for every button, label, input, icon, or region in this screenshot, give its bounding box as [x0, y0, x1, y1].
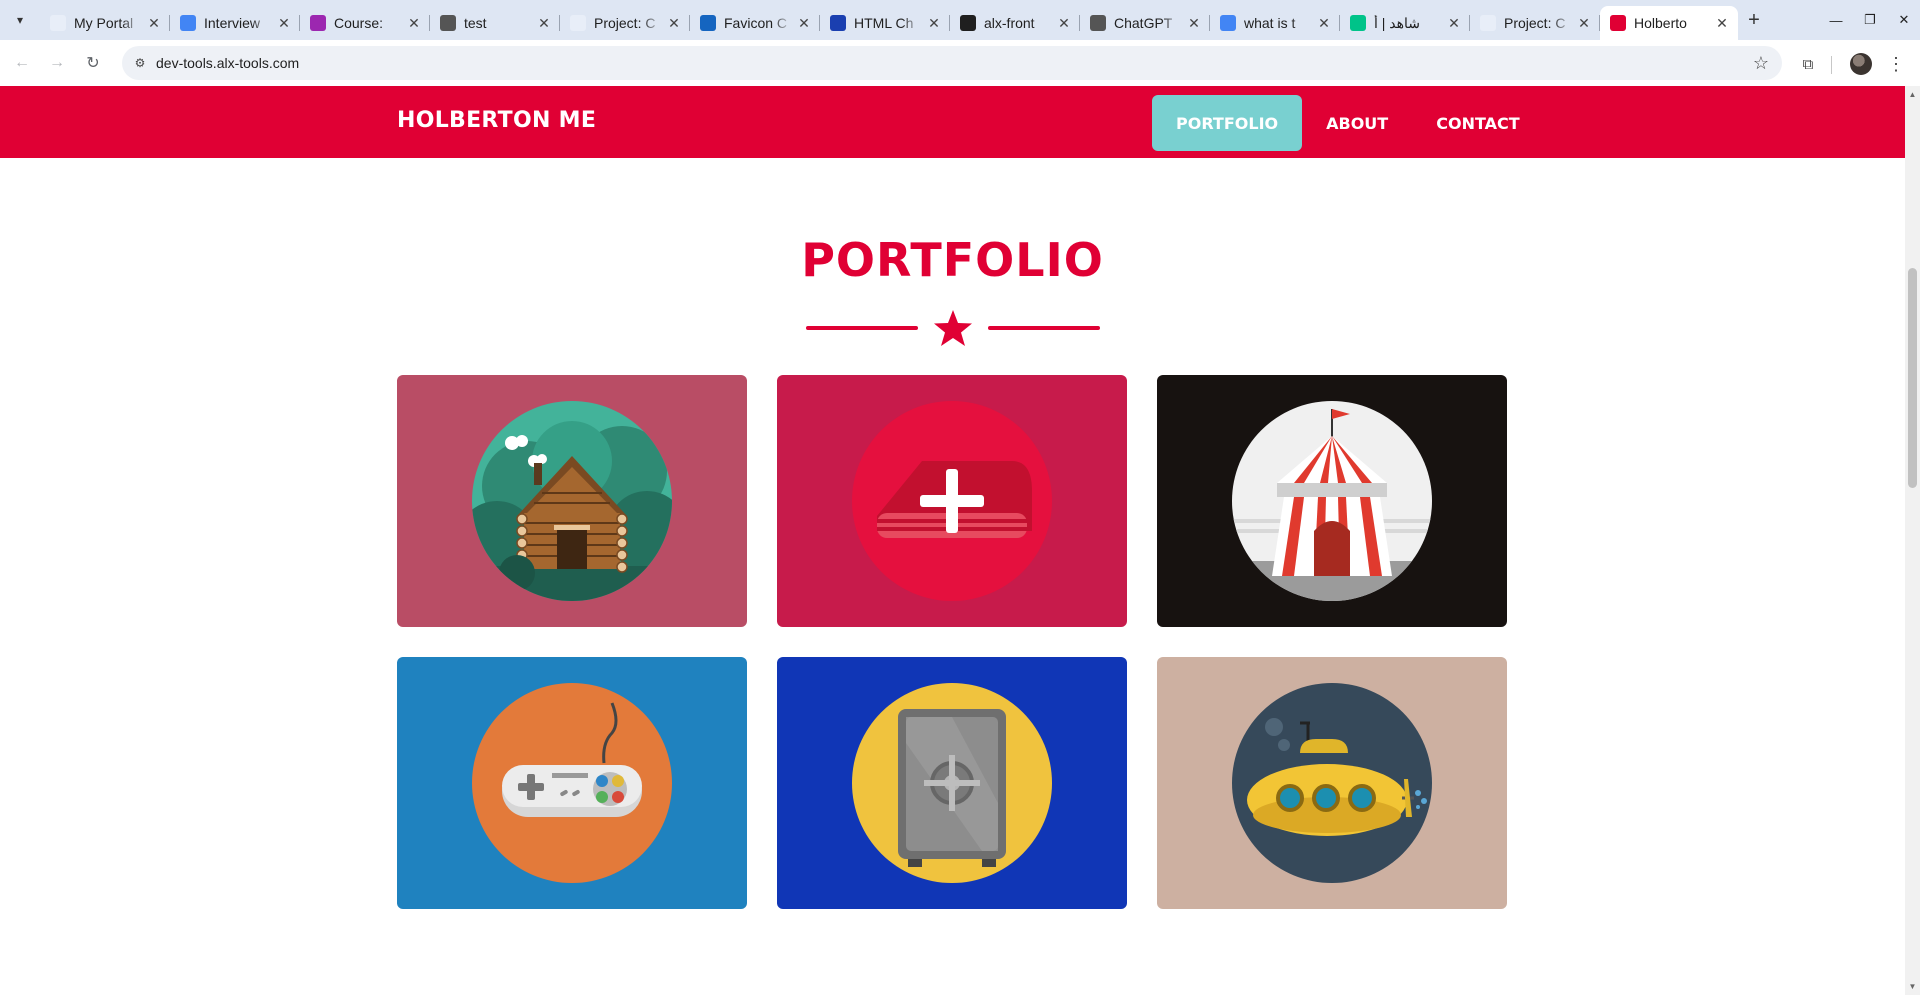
- browser-tab-title: test: [464, 15, 487, 31]
- cabin-icon: [472, 401, 672, 601]
- tab-close-icon[interactable]: ✕: [1446, 15, 1462, 31]
- close-window-icon[interactable]: ✕: [1890, 6, 1918, 34]
- divider-line-left: [806, 326, 918, 330]
- browser-tab-title: HTML Ch: [854, 15, 914, 31]
- back-button[interactable]: ←: [10, 51, 34, 75]
- tab-close-icon[interactable]: ✕: [1186, 15, 1202, 31]
- globe-icon: [440, 15, 456, 31]
- site-header: HOLBERTON ME PORTFOLIO ABOUT CONTACT: [0, 86, 1905, 158]
- html-icon: [830, 15, 846, 31]
- browser-tab[interactable]: test ✕: [430, 6, 560, 40]
- tab-close-icon[interactable]: ✕: [1056, 15, 1072, 31]
- star-icon: [934, 310, 972, 346]
- tab-close-icon[interactable]: ✕: [926, 15, 942, 31]
- tab-close-icon[interactable]: ✕: [406, 15, 422, 31]
- browser-tab[interactable]: Favicon C ✕: [690, 6, 820, 40]
- portfolio-card-submarine[interactable]: [1157, 657, 1507, 909]
- portfolio-card-vault[interactable]: [777, 657, 1127, 909]
- new-tab-button[interactable]: +: [1742, 8, 1766, 32]
- game-controller-icon: [472, 683, 672, 883]
- portfolio-card-safe-box[interactable]: [777, 375, 1127, 627]
- holberton-icon: [1610, 15, 1626, 31]
- browser-tab-title: Project: C: [1504, 15, 1566, 31]
- nav-contact[interactable]: CONTACT: [1412, 95, 1543, 151]
- browser-tab-title: Interview: [204, 15, 261, 31]
- tab-close-icon[interactable]: ✕: [796, 15, 812, 31]
- browser-tab-title: ChatGPT: [1114, 15, 1173, 31]
- tab-close-icon[interactable]: ✕: [1576, 15, 1592, 31]
- alx-icon: [50, 15, 66, 31]
- tab-close-icon[interactable]: ✕: [1714, 15, 1730, 31]
- browser-tab-title: Project: C: [594, 15, 656, 31]
- browser-tab-title: Favicon C: [724, 15, 788, 31]
- brand-logo[interactable]: HOLBERTON ME: [397, 108, 596, 133]
- page-viewport: HOLBERTON ME PORTFOLIO ABOUT CONTACT POR…: [0, 86, 1905, 995]
- reload-button[interactable]: ↻: [81, 51, 105, 75]
- browser-tab[interactable]: شاهد | أ ✕: [1340, 6, 1470, 40]
- browser-tab[interactable]: Course: ✕: [300, 6, 430, 40]
- bookmark-star-icon[interactable]: ☆: [1750, 52, 1772, 74]
- browser-tab[interactable]: alx-front ✕: [950, 6, 1080, 40]
- restore-icon[interactable]: ❐: [1856, 6, 1884, 34]
- profile-avatar[interactable]: [1850, 53, 1872, 75]
- browser-menu-icon[interactable]: ⋮: [1884, 52, 1908, 76]
- course-icon: [310, 15, 326, 31]
- chatgpt-icon: [1090, 15, 1106, 31]
- address-bar[interactable]: ⚙ dev-tools.alx-tools.com ☆: [122, 46, 1782, 80]
- site-info-icon[interactable]: ⚙: [130, 53, 150, 73]
- scroll-up-icon[interactable]: ▲: [1908, 90, 1917, 99]
- main-nav: PORTFOLIO ABOUT CONTACT: [1152, 95, 1544, 151]
- circus-tent-icon: [1232, 401, 1432, 601]
- shahid-icon: [1350, 15, 1366, 31]
- portfolio-title: PORTFOLIO: [801, 233, 1104, 287]
- title-divider: [806, 308, 1100, 348]
- portfolio-card-controller[interactable]: [397, 657, 747, 909]
- browser-tab-title: شاهد | أ: [1374, 14, 1421, 31]
- portfolio-card-cabin[interactable]: [397, 375, 747, 627]
- browser-tab-strip: ▾ My Portal ✕ Interview ✕ Course: ✕ test ✕ Proj…: [0, 0, 1920, 40]
- scroll-down-icon[interactable]: ▼: [1908, 982, 1917, 991]
- browser-tab[interactable]: Interview ✕: [170, 6, 300, 40]
- vault-icon: [852, 683, 1052, 883]
- portfolio-grid: [397, 375, 1507, 909]
- url-text: dev-tools.alx-tools.com: [156, 55, 300, 71]
- extensions-icon[interactable]: ⧉: [1796, 52, 1820, 76]
- page-scrollbar[interactable]: ▲ ▼: [1905, 86, 1920, 995]
- github-icon: [960, 15, 976, 31]
- tab-close-icon[interactable]: ✕: [146, 15, 162, 31]
- submarine-icon: [1232, 683, 1432, 883]
- browser-tab[interactable]: My Portal ✕: [40, 6, 170, 40]
- forward-button[interactable]: →: [45, 51, 69, 75]
- tab-close-icon[interactable]: ✕: [666, 15, 682, 31]
- alx-icon: [1480, 15, 1496, 31]
- browser-tab-title: My Portal: [74, 15, 134, 31]
- browser-tab-title: Holberto: [1634, 15, 1687, 31]
- browser-tab[interactable]: HTML Ch ✕: [820, 6, 950, 40]
- browser-tab-title: what is t: [1244, 15, 1296, 31]
- favicon-icon: [700, 15, 716, 31]
- portfolio-card-circus[interactable]: [1157, 375, 1507, 627]
- safe-box-icon: [852, 401, 1052, 601]
- browser-toolbar: ← → ↻ ⚙ dev-tools.alx-tools.com ☆: [0, 40, 1920, 86]
- tab-search-icon[interactable]: ▾: [8, 8, 32, 32]
- browser-tab[interactable]: ChatGPT ✕: [1080, 6, 1210, 40]
- google-icon: [180, 15, 196, 31]
- alx-icon: [570, 15, 586, 31]
- scrollbar-thumb[interactable]: [1908, 268, 1917, 488]
- browser-tab[interactable]: Project: C ✕: [1470, 6, 1600, 40]
- browser-tab[interactable]: what is t ✕: [1210, 6, 1340, 40]
- toolbar-divider: [1831, 56, 1832, 74]
- tab-close-icon[interactable]: ✕: [276, 15, 292, 31]
- tab-close-icon[interactable]: ✕: [1316, 15, 1332, 31]
- browser-tab-title: alx-front: [984, 15, 1035, 31]
- nav-about[interactable]: ABOUT: [1302, 95, 1412, 151]
- divider-line-right: [988, 326, 1100, 330]
- nav-portfolio[interactable]: PORTFOLIO: [1152, 95, 1303, 151]
- minimize-icon[interactable]: —: [1822, 6, 1850, 34]
- browser-tab[interactable]: Project: C ✕: [560, 6, 690, 40]
- tab-close-icon[interactable]: ✕: [536, 15, 552, 31]
- browser-tab-title: Course:: [334, 15, 384, 31]
- browser-tab[interactable]: Holberto ✕: [1600, 6, 1738, 40]
- google-icon: [1220, 15, 1236, 31]
